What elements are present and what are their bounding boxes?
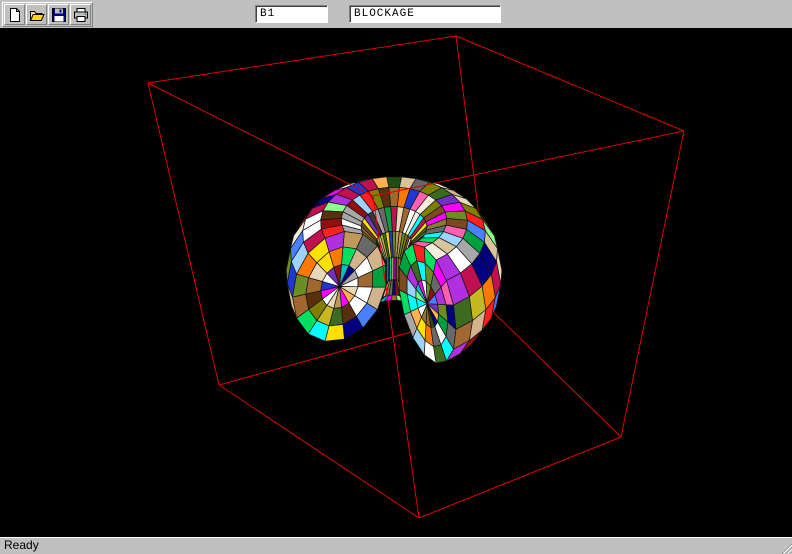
toolbar-button-group: [2, 2, 93, 27]
resize-grip[interactable]: [778, 540, 792, 554]
app-window: Ready: [0, 0, 792, 554]
object-name-input[interactable]: [255, 5, 328, 23]
print-icon: [73, 7, 89, 23]
new-document-button[interactable]: [4, 4, 25, 25]
open-folder-icon: [29, 7, 45, 23]
new-document-icon: [7, 7, 23, 23]
open-folder-button[interactable]: [26, 4, 47, 25]
toolbar: [0, 0, 792, 28]
scene-canvas: [0, 28, 792, 537]
save-icon: [51, 7, 67, 23]
viewport-3d[interactable]: [0, 28, 792, 537]
save-button[interactable]: [48, 4, 69, 25]
status-text: Ready: [4, 538, 39, 552]
object-type-input[interactable]: [349, 5, 501, 23]
blockage-object: [286, 177, 502, 363]
print-button[interactable]: [70, 4, 91, 25]
status-bar: Ready: [0, 537, 792, 554]
